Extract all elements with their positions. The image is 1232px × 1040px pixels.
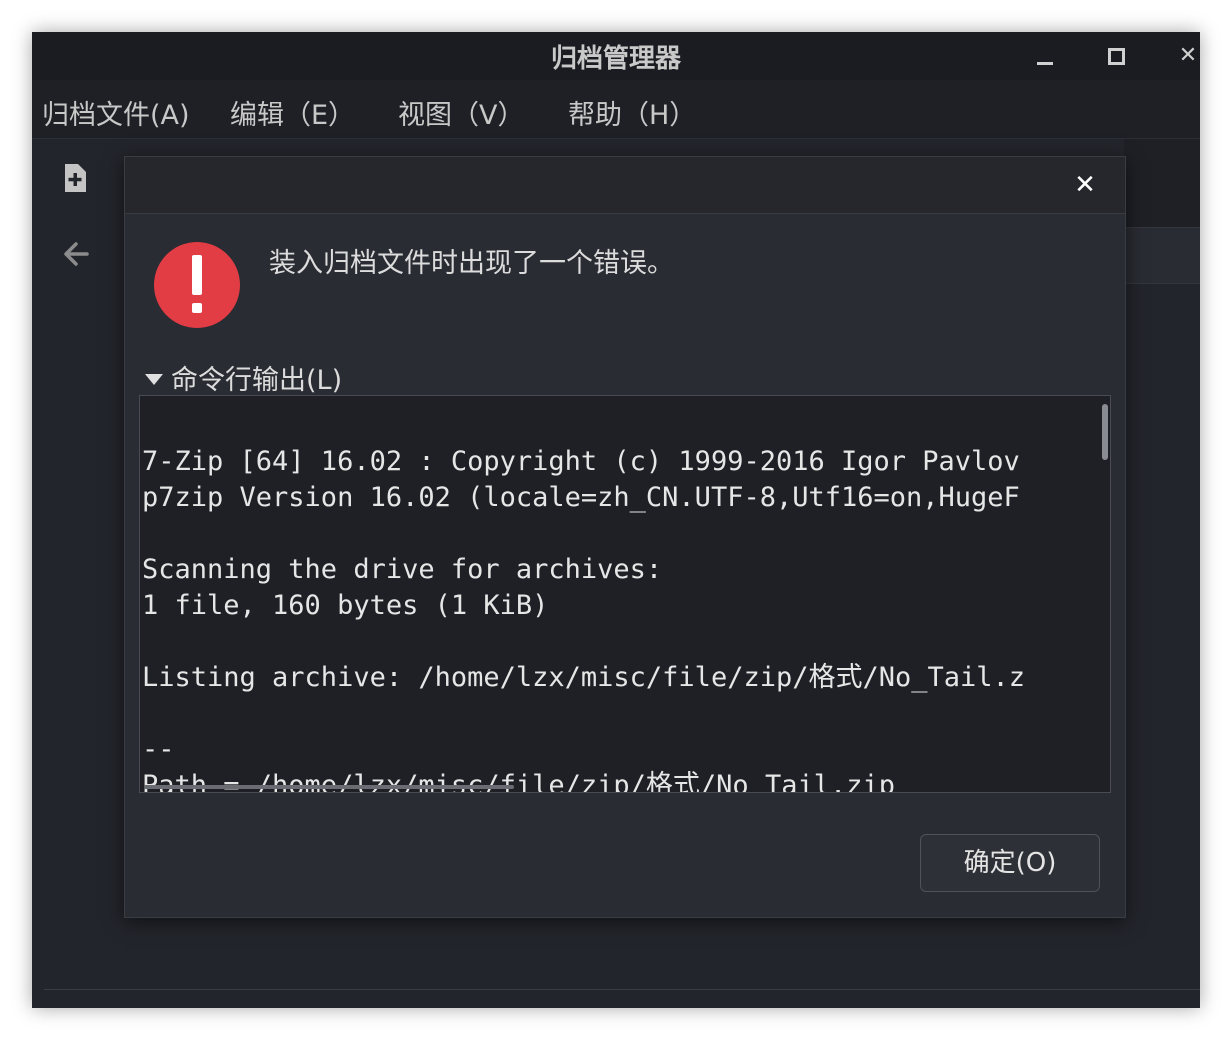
expander-label: 命令行输出(L) — [171, 365, 343, 396]
output-line: Listing archive: /home/lzx/misc/file/zip… — [142, 662, 1026, 693]
minimize-icon — [1037, 62, 1053, 65]
menu-archive[interactable]: 归档文件(A) — [42, 93, 190, 132]
command-output-expander[interactable]: 命令行输出(L) — [145, 358, 342, 397]
close-icon: ✕ — [1074, 170, 1096, 200]
command-output-text: 7-Zip [64] 16.02 : Copyright (c) 1999-20… — [142, 408, 1026, 793]
output-line: p7zip Version 16.02 (locale=zh_CN.UTF-8,… — [142, 482, 1020, 513]
background-location-strip — [1124, 227, 1200, 284]
ok-button[interactable]: 确定(O) — [920, 834, 1100, 892]
error-dialog: ✕ 装入归档文件时出现了一个错误。 命令行输出(L) 7-Zip [64] 16… — [124, 156, 1126, 918]
output-line: -- — [142, 734, 175, 765]
error-exclamation-icon — [153, 241, 241, 329]
menu-edit[interactable]: 编辑（E） — [230, 93, 355, 132]
horizontal-scrollbar[interactable] — [144, 785, 514, 789]
output-line: Path = /home/lzx/misc/file/zip/格式/No_Tai… — [142, 770, 895, 793]
command-output-textview[interactable]: 7-Zip [64] 16.02 : Copyright (c) 1999-20… — [139, 395, 1111, 793]
dialog-header: ✕ — [125, 157, 1125, 214]
triangle-down-icon — [145, 374, 163, 385]
menu-view[interactable]: 视图（V） — [398, 93, 524, 132]
document-add-icon[interactable] — [62, 163, 88, 197]
menubar: 归档文件(A) 编辑（E） 视图（V） 帮助（H） — [32, 80, 1200, 139]
minimize-button[interactable] — [1026, 38, 1062, 74]
arrow-left-icon[interactable] — [62, 241, 90, 271]
window-close-button[interactable]: ✕ — [1170, 38, 1200, 74]
archive-manager-window: 归档管理器 ✕ 归档文件(A) 编辑（E） 视图（V） 帮助（H） ✕ 装入归档… — [32, 32, 1200, 1008]
statusbar-divider — [44, 989, 1200, 990]
output-line: 1 file, 160 bytes (1 KiB) — [142, 590, 549, 621]
window-titlebar: 归档管理器 ✕ — [32, 32, 1200, 80]
background-toolbar-strip — [1124, 139, 1200, 227]
window-title: 归档管理器 — [550, 44, 681, 74]
error-message: 装入归档文件时出现了一个错误。 — [269, 248, 674, 279]
vertical-scrollbar[interactable] — [1102, 404, 1108, 460]
close-icon: ✕ — [1178, 43, 1198, 68]
output-line: 7-Zip [64] 16.02 : Copyright (c) 1999-20… — [142, 446, 1020, 477]
maximize-icon — [1108, 48, 1125, 65]
menu-help[interactable]: 帮助（H） — [568, 93, 696, 132]
maximize-button[interactable] — [1098, 38, 1134, 74]
toolbar — [32, 139, 124, 299]
output-line: Scanning the drive for archives: — [142, 554, 663, 585]
dialog-close-button[interactable]: ✕ — [1067, 167, 1103, 203]
